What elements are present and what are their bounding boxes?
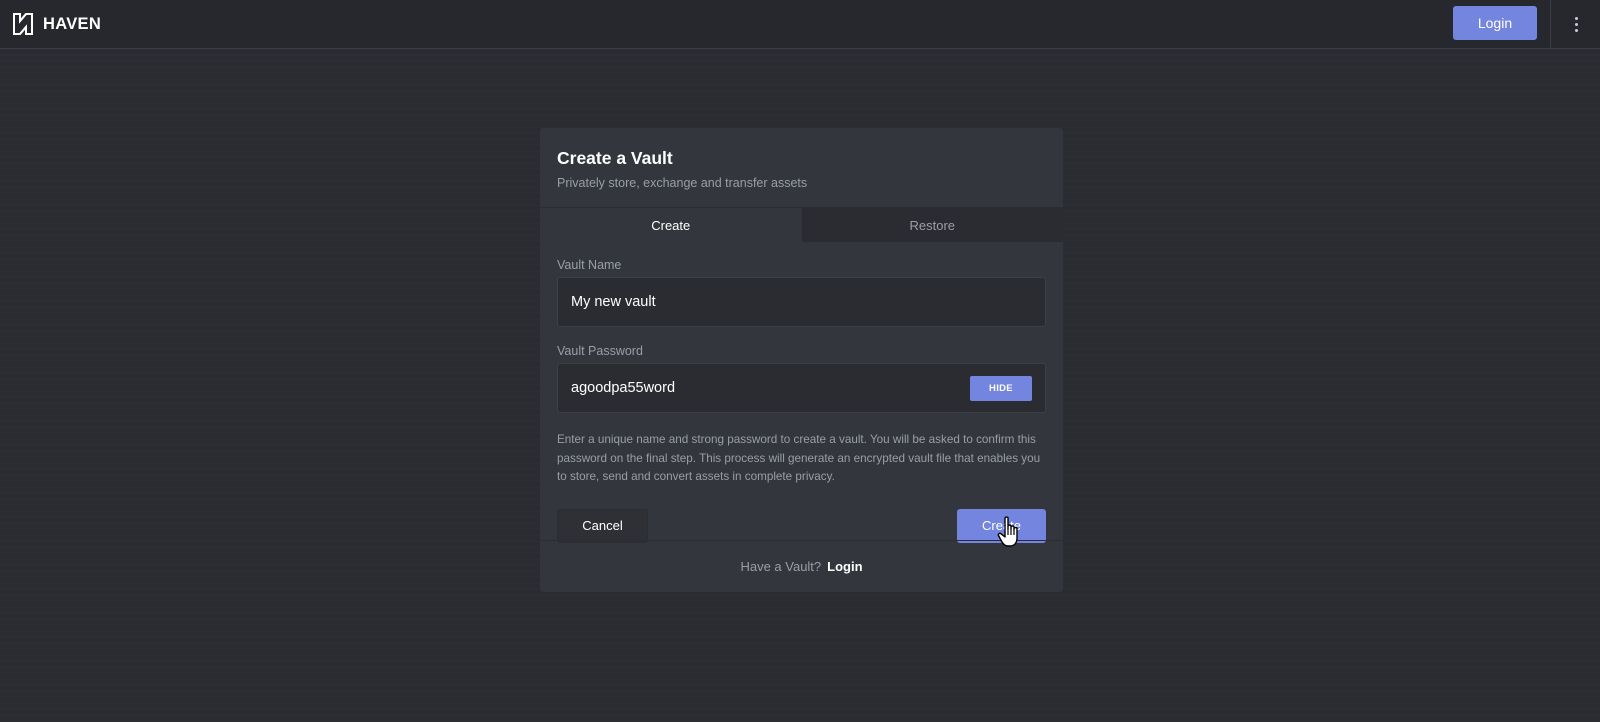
tab-restore[interactable]: Restore [801,208,1063,242]
more-options-icon[interactable] [1569,12,1583,36]
top-bar: HAVEN Login [0,0,1600,49]
footer-question: Have a Vault? [740,559,822,574]
header-login-button[interactable]: Login [1453,6,1537,40]
hide-password-button[interactable]: HIDE [970,376,1032,401]
header-divider [1550,0,1551,49]
vault-password-input[interactable]: agoodpa55word HIDE [557,363,1046,413]
card-footer: Have a Vault? Login [540,540,1063,592]
card-header: Create a Vault Privately store, exchange… [540,128,1063,208]
tab-create[interactable]: Create [540,208,802,242]
hand-cursor-icon [997,516,1018,547]
card-subtitle: Privately store, exchange and transfer a… [557,176,808,190]
vault-form: Vault Name My new vault Vault Password a… [540,242,1063,543]
brand-logo[interactable]: HAVEN [13,13,101,35]
vault-password-label: Vault Password [557,344,643,358]
footer-login-link[interactable]: Login [827,559,862,574]
vault-name-label: Vault Name [557,258,622,272]
create-vault-card: Create a Vault Privately store, exchange… [540,128,1063,592]
haven-logo-icon [13,13,33,35]
help-text: Enter a unique name and strong password … [557,433,1041,483]
vault-password-value: agoodpa55word [571,380,676,396]
tabs: Create Restore [540,208,1063,242]
vault-name-value: My new vault [571,294,656,310]
page: HAVEN Login Create a Vault Privately sto… [0,0,1600,722]
card-title: Create a Vault [557,148,673,168]
brand-name: HAVEN [43,14,102,33]
vault-name-input[interactable]: My new vault [557,277,1046,327]
form-actions: Cancel Create [557,508,1046,543]
cancel-button[interactable]: Cancel [557,508,648,543]
